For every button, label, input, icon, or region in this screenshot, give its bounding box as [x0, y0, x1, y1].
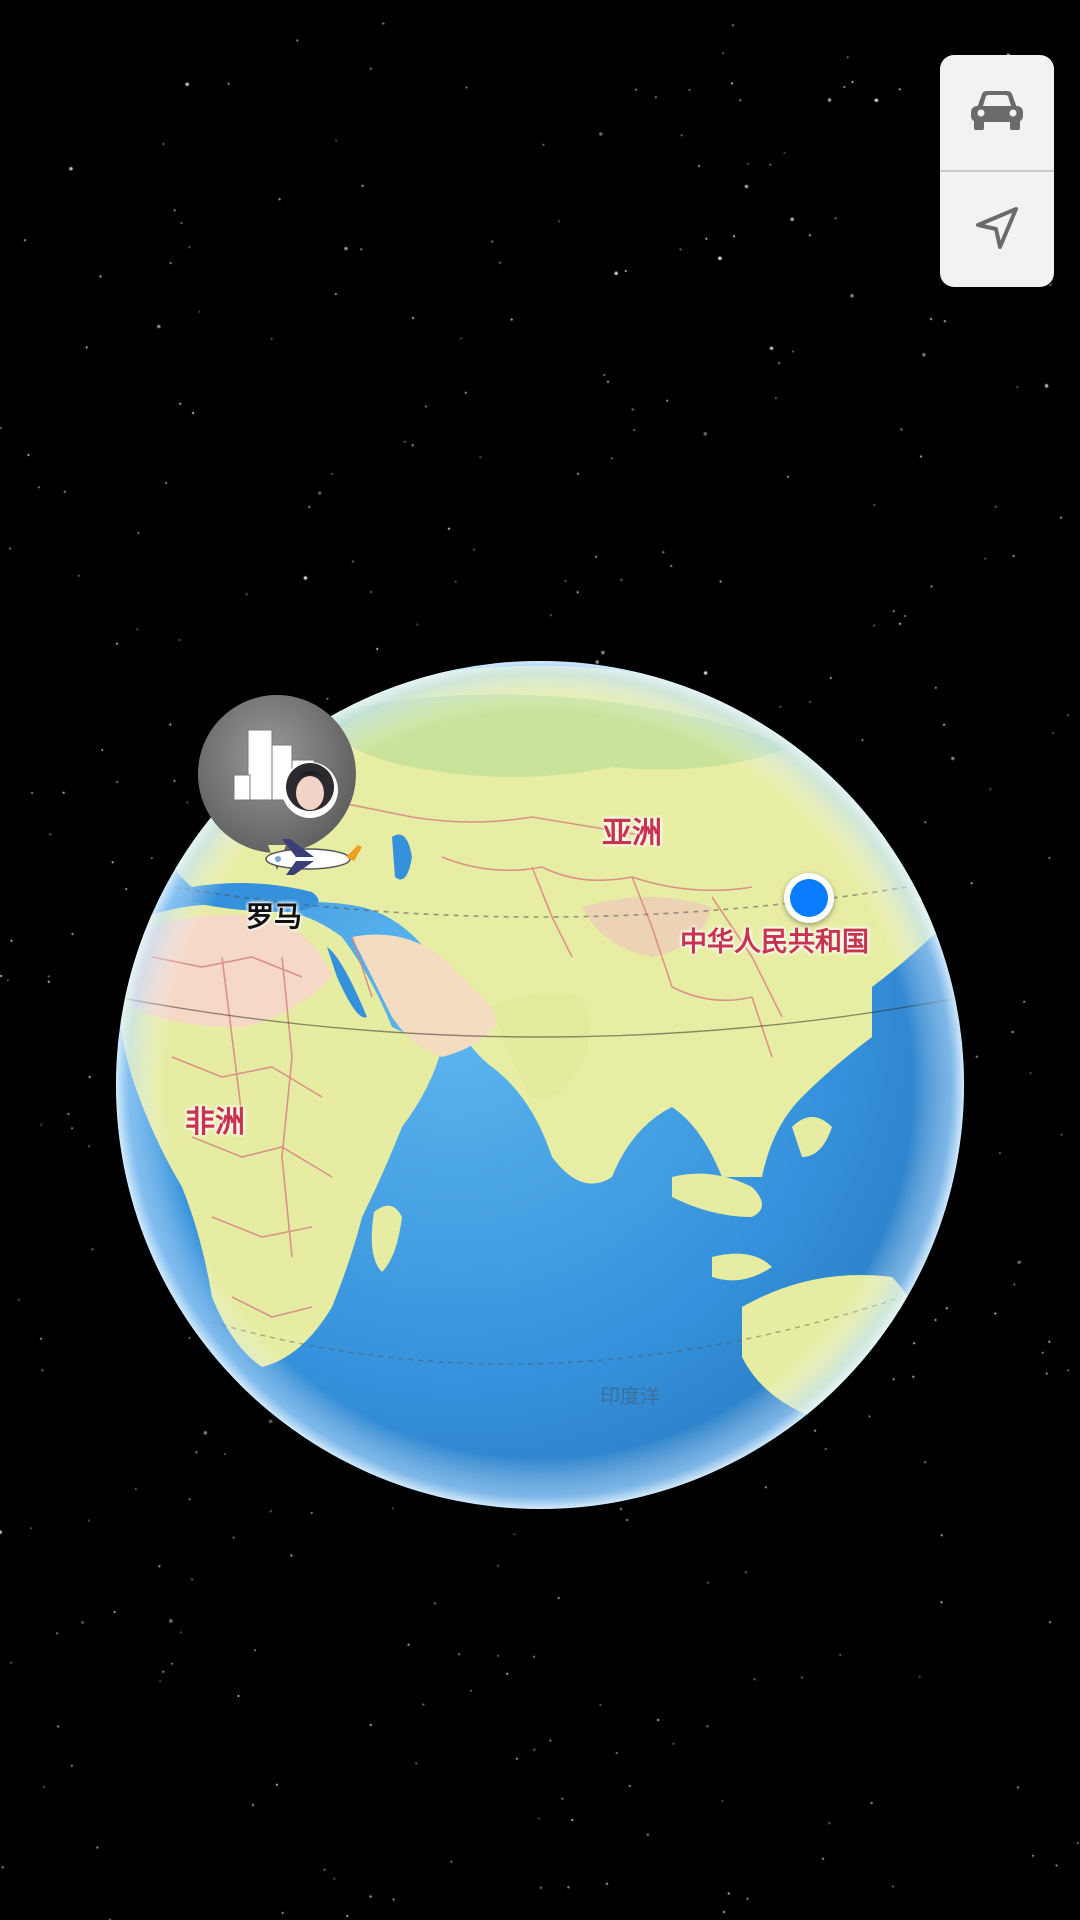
avatar	[282, 762, 338, 818]
china-label[interactable]: 中华人民共和国	[680, 920, 869, 959]
location-dot-inner	[790, 879, 828, 917]
drive-mode-button[interactable]	[940, 55, 1054, 170]
map-controls-panel	[940, 55, 1054, 287]
africa-label[interactable]: 非洲	[185, 1097, 245, 1141]
asia-label[interactable]: 亚洲	[602, 808, 662, 852]
rome-city-pin[interactable]	[197, 695, 362, 875]
car-icon	[967, 86, 1027, 140]
navigation-arrow-icon	[972, 203, 1022, 257]
indian-ocean-label: 印度洋	[600, 1384, 660, 1408]
locate-me-button[interactable]	[940, 172, 1054, 287]
current-location-dot[interactable]	[784, 873, 834, 923]
